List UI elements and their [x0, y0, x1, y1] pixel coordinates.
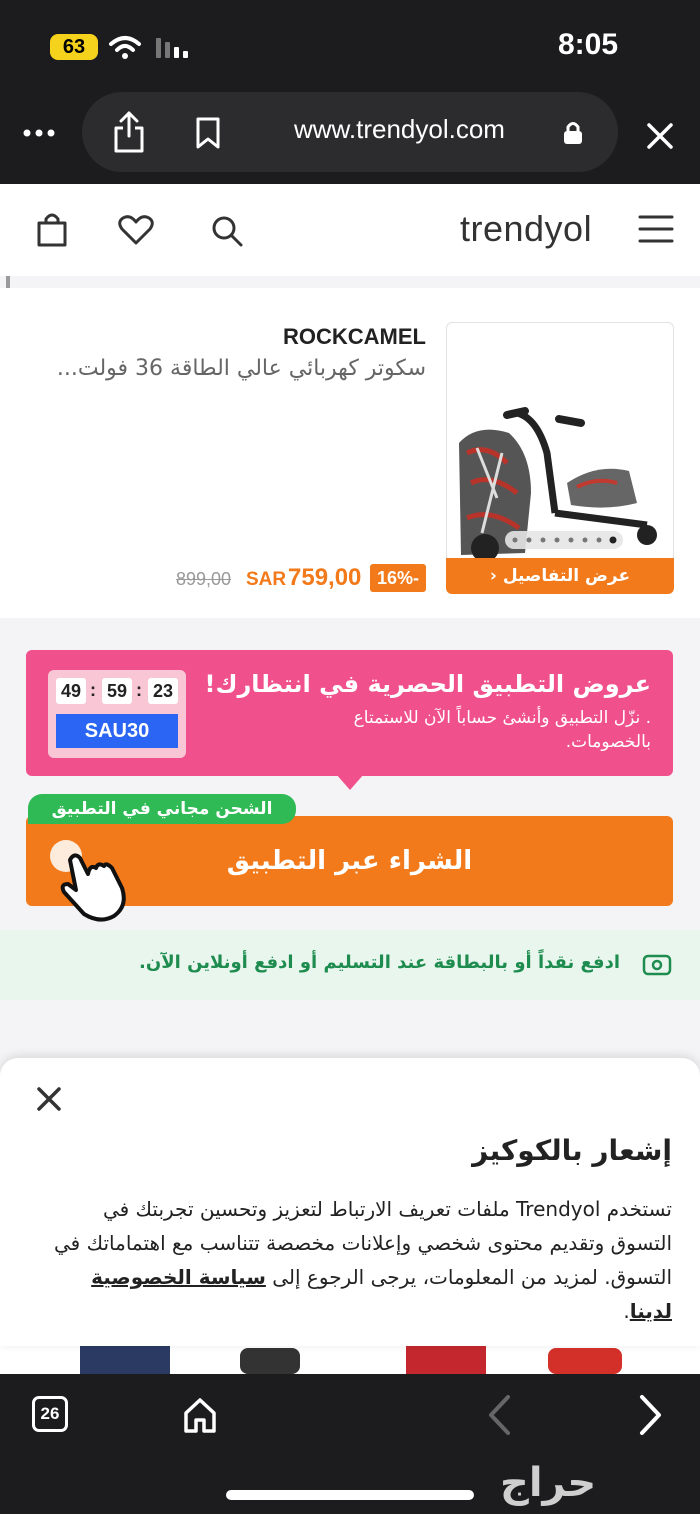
tap-hand-icon: [50, 840, 126, 922]
free-shipping-badge: الشحن مجاني في التطبيق: [28, 794, 296, 824]
site-header: trendyol: [0, 184, 700, 276]
coupon-code[interactable]: SAU30: [56, 714, 178, 748]
related-product-thumb[interactable]: [80, 1344, 170, 1374]
buy-in-app-label: الشراء عبر التطبيق: [226, 846, 473, 876]
banner-pointer: [336, 774, 364, 790]
discount-badge: 16%-: [370, 564, 426, 592]
timer-separator: :: [90, 680, 96, 700]
view-details-label: عرض التفاصيل: [502, 566, 631, 586]
cookie-notice: إشعار بالكوكيز تستخدم Trendyol ملفات تعر…: [0, 1058, 700, 1346]
battery-indicator: 63: [50, 34, 98, 60]
payment-text: ادفع نقداً أو بالبطاقة عند التسليم أو اد…: [139, 952, 620, 973]
menu-icon[interactable]: [638, 214, 674, 244]
payment-info-strip: ادفع نقداً أو بالبطاقة عند التسليم أو اد…: [0, 930, 700, 1000]
original-price: 899,00: [176, 569, 232, 589]
product-image[interactable]: [446, 322, 674, 592]
related-product-thumb[interactable]: [548, 1348, 622, 1374]
chevron-right-icon: ‹: [489, 566, 497, 586]
url-text[interactable]: www.trendyol.com: [294, 114, 505, 145]
image-pagination[interactable]: [505, 531, 623, 549]
bookmark-icon[interactable]: [194, 116, 222, 150]
status-bar: 63 8:05: [0, 0, 700, 92]
sale-price: 759,00: [288, 564, 362, 591]
close-icon[interactable]: [36, 1086, 62, 1112]
view-details-button[interactable]: عرض التفاصيل ‹: [446, 558, 674, 594]
more-icon[interactable]: [22, 128, 56, 138]
close-icon[interactable]: [646, 122, 674, 150]
promo-title: عروض التطبيق الحصرية في انتظارك!: [204, 670, 651, 698]
browser-address-row: www.trendyol.com: [0, 92, 700, 184]
product-brand: ROCKCAMEL: [283, 324, 426, 349]
watermark: حراج: [500, 1460, 597, 1506]
address-bar[interactable]: www.trendyol.com: [82, 92, 618, 172]
cash-icon: [642, 954, 672, 976]
wifi-icon: [109, 36, 141, 59]
back-arrow-icon[interactable]: [486, 1394, 514, 1436]
product-card[interactable]: ROCKCAMEL سكوتر كهربائي عالي الطاقة 36 ف…: [0, 288, 700, 618]
shopping-bag-icon[interactable]: [36, 212, 68, 248]
home-icon[interactable]: [182, 1396, 218, 1434]
forward-arrow-icon[interactable]: [636, 1394, 664, 1436]
timer-separator: :: [136, 680, 142, 700]
browser-toolbar: 26 حراج: [0, 1374, 700, 1514]
related-products-strip[interactable]: [0, 1344, 700, 1374]
related-product-thumb[interactable]: [240, 1348, 300, 1374]
scooter-illustration: [459, 407, 657, 562]
clock: 8:05: [557, 28, 618, 61]
cookie-title: إشعار بالكوكيز: [472, 1134, 672, 1167]
search-icon[interactable]: [210, 214, 244, 248]
trendyol-logo[interactable]: trendyol: [460, 208, 592, 250]
related-product-thumb[interactable]: [406, 1344, 486, 1374]
timer-hours: 23: [148, 678, 178, 704]
currency-label: SAR: [246, 569, 287, 590]
promo-subtitle: . نزّل التطبيق وأنشئ حساباً الآن للاستمت…: [353, 708, 651, 752]
timer-minutes: 59: [102, 678, 132, 704]
product-title[interactable]: سكوتر كهربائي عالي الطاقة 36 فولت...: [26, 356, 426, 381]
home-indicator[interactable]: [226, 1490, 474, 1500]
cellular-signal-icon: [156, 38, 188, 58]
share-icon[interactable]: [112, 110, 146, 154]
timer-seconds: 49: [56, 678, 86, 704]
cookie-body: تستخدم Trendyol ملفات تعريف الارتباط لتع…: [52, 1192, 672, 1328]
lock-icon: [564, 122, 582, 144]
countdown-timer: 49 : 59 : 23 SAU30: [48, 670, 186, 758]
heart-icon[interactable]: [118, 214, 154, 246]
tabs-button[interactable]: 26: [32, 1396, 68, 1432]
app-promo-banner[interactable]: عروض التطبيق الحصرية في انتظارك! . نزّل …: [26, 650, 673, 776]
